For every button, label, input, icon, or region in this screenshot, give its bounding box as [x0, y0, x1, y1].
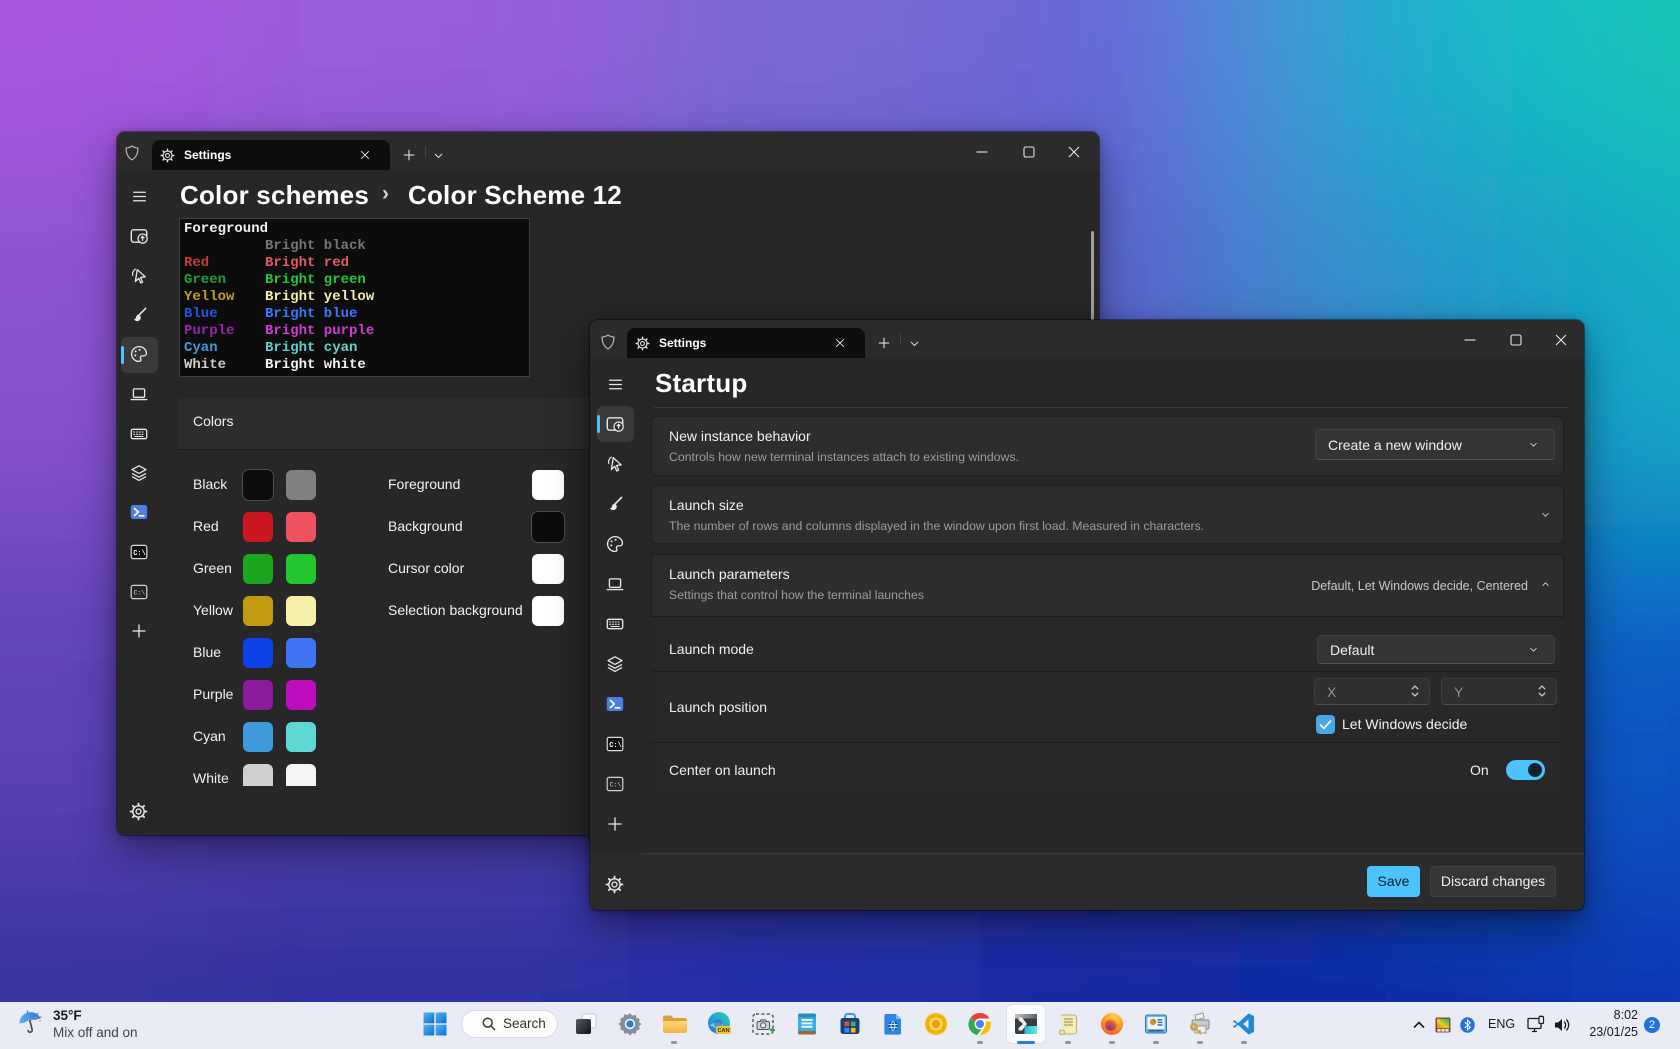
svg-text:CAN: CAN — [717, 1028, 729, 1034]
